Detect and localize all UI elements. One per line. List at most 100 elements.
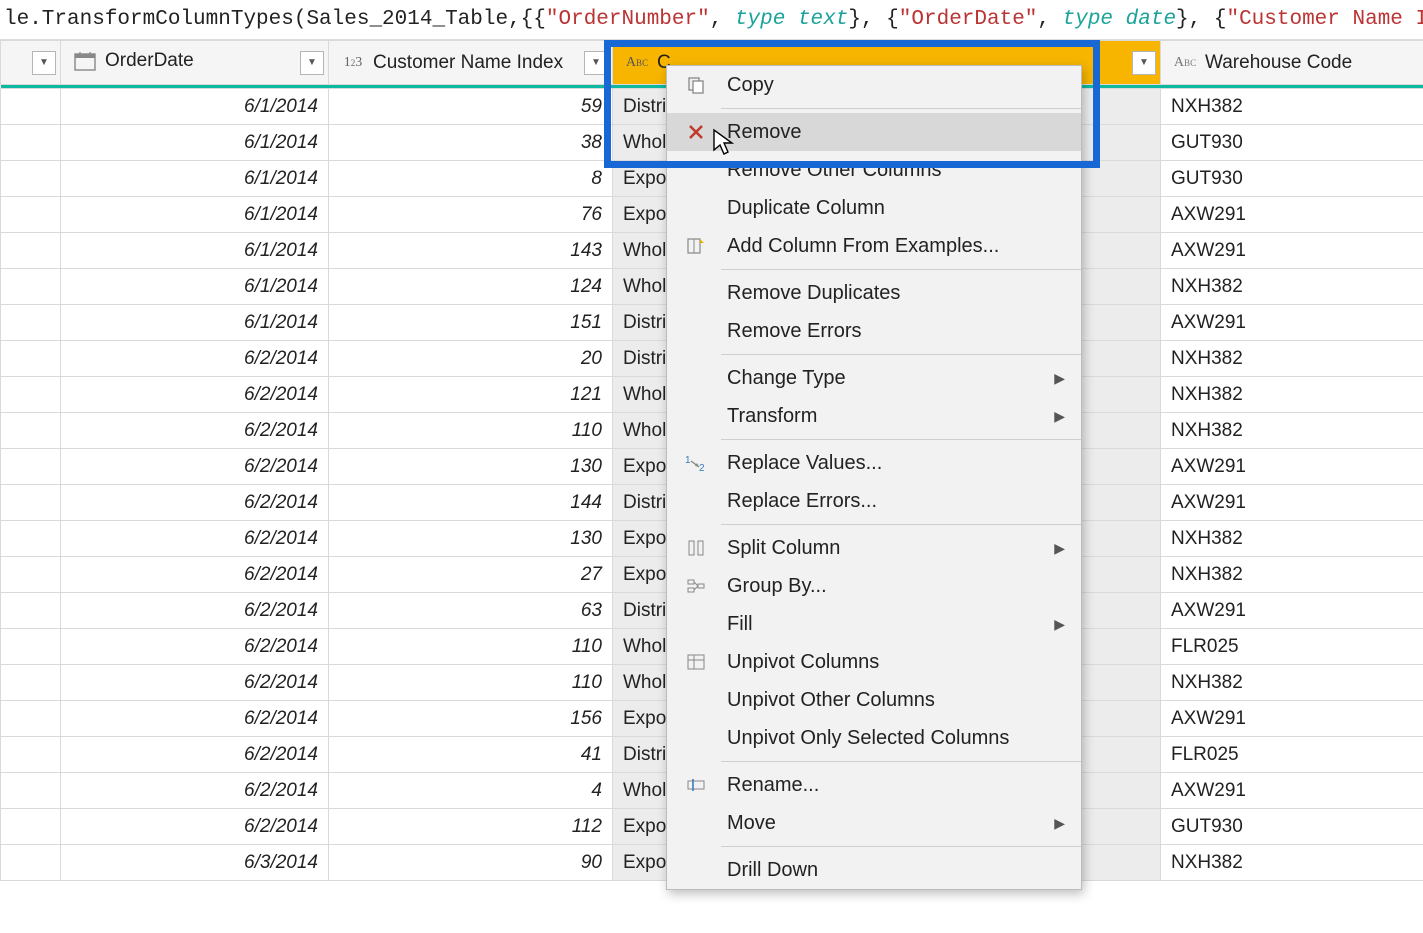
cell-prev[interactable] [1,809,61,845]
cell-prev[interactable] [1,773,61,809]
cell-warehouse[interactable]: GUT930 [1161,809,1423,845]
cell-prev[interactable] [1,341,61,377]
cell-prev[interactable] [1,629,61,665]
cell-prev[interactable] [1,665,61,701]
cell-customer-index[interactable]: 63 [329,593,613,629]
menu-duplicate[interactable]: Duplicate Column [667,189,1081,227]
column-header-customer-index[interactable]: 123 Customer Name Index ▼ [329,41,613,85]
menu-replace-errors[interactable]: Replace Errors... [667,482,1081,520]
menu-copy[interactable]: Copy [667,66,1081,104]
cell-prev[interactable] [1,89,61,125]
cell-warehouse[interactable]: AXW291 [1161,305,1423,341]
cell-orderdate[interactable]: 6/2/2014 [61,773,329,809]
cell-orderdate[interactable]: 6/1/2014 [61,305,329,341]
cell-orderdate[interactable]: 6/2/2014 [61,413,329,449]
menu-remove-errors[interactable]: Remove Errors [667,312,1081,350]
cell-orderdate[interactable]: 6/1/2014 [61,233,329,269]
cell-orderdate[interactable]: 6/1/2014 [61,161,329,197]
cell-warehouse[interactable]: NXH382 [1161,521,1423,557]
cell-customer-index[interactable]: 4 [329,773,613,809]
cell-prev[interactable] [1,737,61,773]
cell-warehouse[interactable]: GUT930 [1161,125,1423,161]
menu-change-type[interactable]: Change Type▶ [667,359,1081,397]
cell-customer-index[interactable]: 156 [329,701,613,737]
cell-prev[interactable] [1,701,61,737]
menu-group-by[interactable]: Group By... [667,567,1081,605]
column-header-warehouse[interactable]: ABC Warehouse Code [1161,41,1423,85]
cell-orderdate[interactable]: 6/2/2014 [61,665,329,701]
cell-prev[interactable] [1,269,61,305]
menu-unpivot-selected[interactable]: Unpivot Only Selected Columns [667,719,1081,757]
menu-remove-duplicates[interactable]: Remove Duplicates [667,274,1081,312]
cell-warehouse[interactable]: AXW291 [1161,593,1423,629]
cell-prev[interactable] [1,197,61,233]
cell-orderdate[interactable]: 6/2/2014 [61,809,329,845]
cell-customer-index[interactable]: 90 [329,845,613,881]
cell-customer-index[interactable]: 20 [329,341,613,377]
cell-orderdate[interactable]: 6/2/2014 [61,557,329,593]
cell-prev[interactable] [1,521,61,557]
menu-fill[interactable]: Fill▶ [667,605,1081,643]
column-header-prev[interactable]: ▼ [1,41,61,85]
cell-customer-index[interactable]: 110 [329,413,613,449]
cell-orderdate[interactable]: 6/2/2014 [61,701,329,737]
menu-rename[interactable]: Rename... [667,766,1081,804]
cell-warehouse[interactable]: NXH382 [1161,665,1423,701]
cell-warehouse[interactable]: NXH382 [1161,377,1423,413]
cell-warehouse[interactable]: AXW291 [1161,197,1423,233]
menu-transform[interactable]: Transform▶ [667,397,1081,435]
cell-warehouse[interactable]: FLR025 [1161,629,1423,665]
cell-warehouse[interactable]: GUT930 [1161,161,1423,197]
cell-orderdate[interactable]: 6/1/2014 [61,89,329,125]
cell-warehouse[interactable]: AXW291 [1161,701,1423,737]
column-header-orderdate[interactable]: OrderDate ▼ [61,41,329,85]
cell-orderdate[interactable]: 6/2/2014 [61,449,329,485]
cell-prev[interactable] [1,485,61,521]
cell-prev[interactable] [1,557,61,593]
menu-remove[interactable]: Remove [667,113,1081,151]
cell-customer-index[interactable]: 130 [329,449,613,485]
cell-warehouse[interactable]: NXH382 [1161,845,1423,881]
cell-warehouse[interactable]: AXW291 [1161,233,1423,269]
cell-orderdate[interactable]: 6/2/2014 [61,485,329,521]
cell-warehouse[interactable]: NXH382 [1161,89,1423,125]
cell-prev[interactable] [1,413,61,449]
cell-orderdate[interactable]: 6/2/2014 [61,629,329,665]
cell-prev[interactable] [1,593,61,629]
cell-customer-index[interactable]: 38 [329,125,613,161]
menu-add-from-examples[interactable]: Add Column From Examples... [667,227,1081,265]
cell-warehouse[interactable]: AXW291 [1161,485,1423,521]
cell-customer-index[interactable]: 59 [329,89,613,125]
cell-orderdate[interactable]: 6/2/2014 [61,737,329,773]
cell-orderdate[interactable]: 6/2/2014 [61,377,329,413]
cell-orderdate[interactable]: 6/1/2014 [61,197,329,233]
cell-warehouse[interactable]: AXW291 [1161,449,1423,485]
menu-drill-down[interactable]: Drill Down [667,851,1081,889]
filter-icon[interactable]: ▼ [1132,51,1156,75]
cell-prev[interactable] [1,125,61,161]
cell-warehouse[interactable]: NXH382 [1161,341,1423,377]
menu-unpivot-other[interactable]: Unpivot Other Columns [667,681,1081,719]
cell-customer-index[interactable]: 27 [329,557,613,593]
cell-customer-index[interactable]: 8 [329,161,613,197]
formula-bar[interactable]: le.TransformColumnTypes(Sales_2014_Table… [0,0,1423,40]
filter-icon[interactable]: ▼ [300,51,324,75]
cell-customer-index[interactable]: 144 [329,485,613,521]
cell-customer-index[interactable]: 110 [329,665,613,701]
cell-orderdate[interactable]: 6/2/2014 [61,593,329,629]
menu-split-column[interactable]: Split Column▶ [667,529,1081,567]
cell-orderdate[interactable]: 6/1/2014 [61,125,329,161]
cell-customer-index[interactable]: 151 [329,305,613,341]
cell-customer-index[interactable]: 41 [329,737,613,773]
cell-customer-index[interactable]: 124 [329,269,613,305]
cell-warehouse[interactable]: NXH382 [1161,269,1423,305]
cell-customer-index[interactable]: 76 [329,197,613,233]
menu-remove-other[interactable]: Remove Other Columns [667,151,1081,189]
cell-warehouse[interactable]: NXH382 [1161,557,1423,593]
cell-customer-index[interactable]: 110 [329,629,613,665]
cell-customer-index[interactable]: 143 [329,233,613,269]
cell-orderdate[interactable]: 6/1/2014 [61,269,329,305]
cell-prev[interactable] [1,305,61,341]
cell-prev[interactable] [1,161,61,197]
cell-orderdate[interactable]: 6/2/2014 [61,341,329,377]
